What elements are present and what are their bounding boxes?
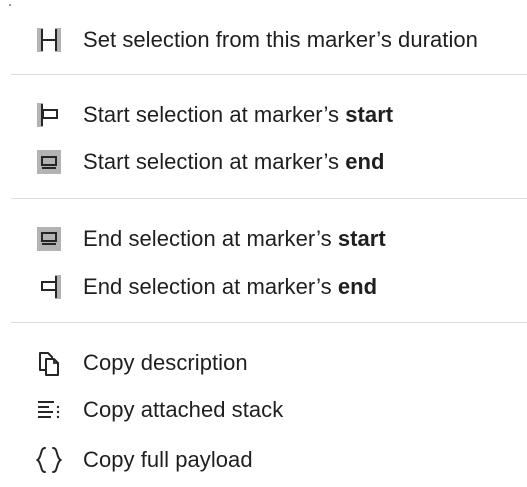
menu-separator — [11, 322, 527, 323]
menu-item-end-selection-at-start[interactable]: End selection at marker’s start — [0, 216, 527, 262]
menu-item-label: Copy full payload — [83, 447, 253, 472]
menu-item-label: Copy attached stack — [83, 397, 284, 422]
selection-end-at-start-icon — [32, 222, 66, 256]
copy-icon — [32, 346, 66, 380]
menu-item-start-selection-at-end[interactable]: Start selection at marker’s end — [0, 139, 527, 185]
menu-item-label: Start selection at marker’s end — [83, 149, 385, 174]
menu-item-end-selection-at-end[interactable]: End selection at marker’s end — [0, 264, 527, 310]
menu-separator — [11, 74, 527, 75]
menu-item-set-selection-from-duration[interactable]: Set selection from this marker’s duratio… — [0, 17, 527, 63]
menu-item-copy-description[interactable]: Copy description — [0, 340, 527, 386]
menu-item-label: Set selection from this marker’s duratio… — [83, 27, 478, 52]
menu-item-label: Copy description — [83, 350, 248, 375]
menu-item-label: End selection at marker’s end — [83, 274, 378, 299]
menu-item-copy-full-payload[interactable]: Copy full payload — [0, 437, 527, 483]
corner-dot — [9, 4, 11, 6]
braces-icon — [32, 443, 66, 477]
context-menu: Set selection from this marker’s duratio… — [0, 0, 527, 487]
menu-item-start-selection-at-start[interactable]: Start selection at marker’s start — [0, 92, 527, 138]
selection-start-at-start-icon — [32, 98, 66, 132]
selection-start-at-end-icon — [32, 145, 66, 179]
selection-duration-icon — [32, 23, 66, 57]
menu-item-label: Start selection at marker’s start — [83, 102, 394, 127]
menu-item-label: End selection at marker’s start — [83, 226, 386, 251]
menu-separator — [11, 198, 527, 199]
stack-icon — [32, 393, 66, 427]
selection-end-at-end-icon — [32, 270, 66, 304]
menu-item-copy-attached-stack[interactable]: Copy attached stack — [0, 387, 527, 433]
